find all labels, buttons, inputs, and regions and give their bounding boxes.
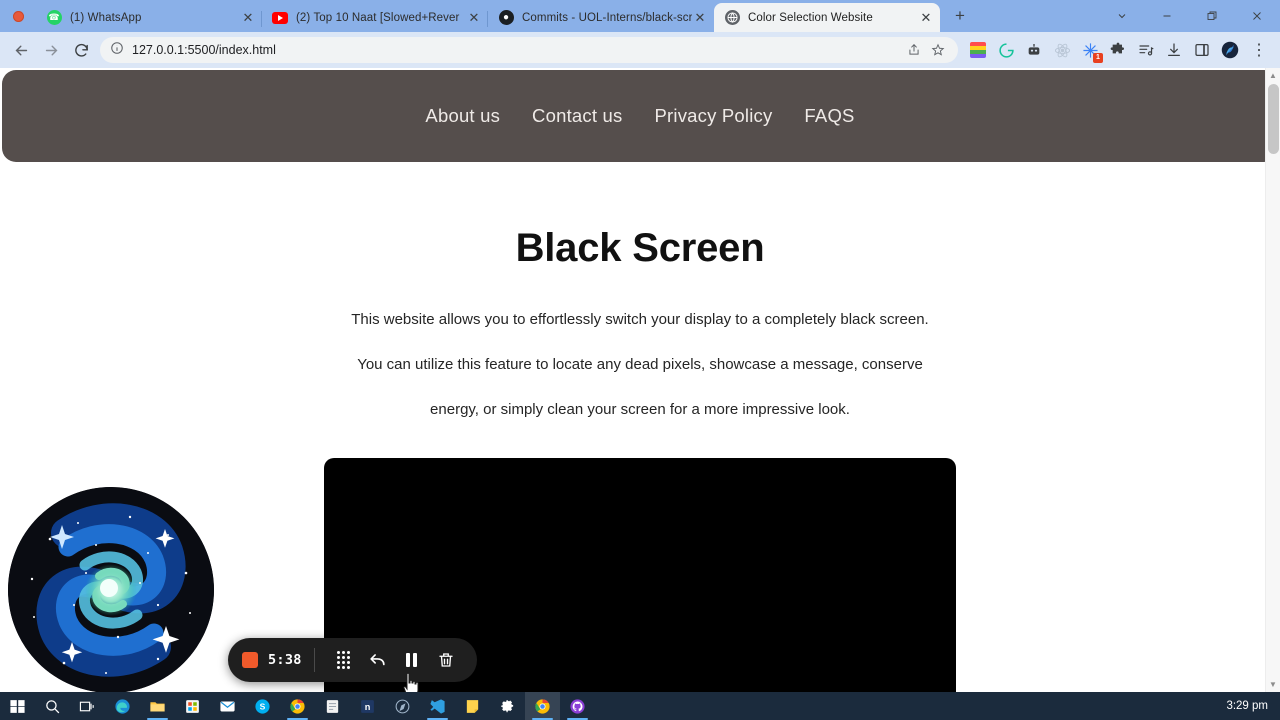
reload-button[interactable] <box>66 35 96 65</box>
youtube-icon <box>272 10 288 26</box>
share-icon[interactable] <box>902 38 926 62</box>
reading-list-icon[interactable] <box>1132 36 1160 64</box>
tab-title: (2) Top 10 Naat [Slowed+Rever <box>296 11 460 24</box>
puzzle-extensions-icon[interactable] <box>1104 36 1132 64</box>
extension-badge-count: 1 <box>1093 53 1103 63</box>
file-explorer-icon[interactable] <box>140 692 175 720</box>
undo-icon[interactable] <box>361 643 395 677</box>
skype-icon[interactable]: S <box>245 692 280 720</box>
page-description-line-1: This website allows you to effortlessly … <box>351 311 929 328</box>
minimize-button[interactable] <box>1144 0 1189 32</box>
site-info-icon[interactable] <box>110 41 124 60</box>
robot-extension[interactable] <box>1020 36 1048 64</box>
browser-toolbar: 127.0.0.1:5500/index.html 1 ⋮ <box>0 32 1280 68</box>
page-description-line-3: energy, or simply clean your screen for … <box>430 401 850 418</box>
svg-text:n: n <box>365 702 371 712</box>
page-scrollbar[interactable]: ▲ ▼ <box>1265 68 1280 692</box>
react-devtools-extension[interactable] <box>1048 36 1076 64</box>
tab-close-button[interactable]: ✕ <box>692 10 708 26</box>
side-panel-icon[interactable] <box>1188 36 1216 64</box>
page-title: Black Screen <box>515 226 765 270</box>
settings-icon[interactable] <box>490 692 525 720</box>
search-icon[interactable] <box>35 692 70 720</box>
recording-timer: 5:38 <box>268 652 302 668</box>
whatsapp-icon: ☎ <box>46 10 62 26</box>
maximize-button[interactable] <box>1189 0 1234 32</box>
edge-icon[interactable] <box>105 692 140 720</box>
screen-recorder-toolbar: 5:38 <box>228 638 477 682</box>
browser-tab-youtube[interactable]: (2) Top 10 Naat [Slowed+Rever ✕ <box>261 3 488 32</box>
extensions-area: 1 ⋮ <box>964 35 1274 65</box>
url-text[interactable]: 127.0.0.1:5500/index.html <box>132 43 902 57</box>
browser-tab-color-selection-website[interactable]: Color Selection Website ✕ <box>714 3 940 32</box>
grammarly-extension[interactable] <box>992 36 1020 64</box>
site-navigation-bar: About us Contact us Privacy Policy FAQS <box>2 70 1278 162</box>
chrome-taskbar-icon[interactable] <box>280 692 315 720</box>
vscode-icon[interactable] <box>420 692 455 720</box>
delete-icon[interactable] <box>429 643 463 677</box>
window-controls <box>1099 0 1280 32</box>
profile-avatar[interactable] <box>1216 36 1244 64</box>
tab-title: (1) WhatsApp <box>70 11 142 24</box>
nav-link-about-us[interactable]: About us <box>409 105 516 127</box>
microsoft-store-icon[interactable] <box>175 692 210 720</box>
scroll-up-arrow-icon[interactable]: ▲ <box>1266 68 1280 83</box>
chrome-menu-button[interactable]: ⋮ <box>1244 35 1274 65</box>
scrollbar-thumb[interactable] <box>1268 84 1279 154</box>
taskbar-clock[interactable]: 3:29 pm <box>1226 700 1268 712</box>
back-button[interactable] <box>6 35 36 65</box>
tab-close-button[interactable]: ✕ <box>240 10 256 26</box>
nav-link-contact-us[interactable]: Contact us <box>516 105 638 127</box>
downloads-icon[interactable] <box>1160 36 1188 64</box>
github-icon: ● <box>498 10 514 26</box>
notepad-icon[interactable] <box>315 692 350 720</box>
tab-title: Commits - UOL-Interns/black-scr <box>522 11 692 24</box>
svg-text:S: S <box>260 701 266 711</box>
forward-button[interactable] <box>36 35 66 65</box>
task-view-icon[interactable] <box>70 692 105 720</box>
mail-icon[interactable] <box>210 692 245 720</box>
sparkle-extension[interactable]: 1 <box>1076 36 1104 64</box>
browser-tab-whatsapp[interactable]: ☎ (1) WhatsApp ✕ <box>36 3 262 32</box>
start-button[interactable] <box>0 692 35 720</box>
windows-taskbar: S n 3:29 pm <box>0 692 1280 720</box>
new-tab-button[interactable]: + <box>946 2 974 30</box>
nav-link-faqs[interactable]: FAQS <box>788 105 870 127</box>
tab-search-button[interactable] <box>1099 0 1144 32</box>
sticky-notes-icon[interactable] <box>455 692 490 720</box>
nav-link-privacy-policy[interactable]: Privacy Policy <box>638 105 788 127</box>
chrome-active-icon[interactable] <box>525 692 560 720</box>
recording-dot-icon <box>12 10 24 22</box>
color-palette-extension[interactable] <box>964 36 992 64</box>
bookmark-star-icon[interactable] <box>926 38 950 62</box>
close-window-button[interactable] <box>1234 0 1280 32</box>
scroll-down-arrow-icon[interactable]: ▼ <box>1266 677 1280 692</box>
browser-tab-github[interactable]: ● Commits - UOL-Interns/black-scr ✕ <box>487 3 714 32</box>
globe-icon <box>724 10 740 26</box>
address-bar[interactable]: 127.0.0.1:5500/index.html <box>100 37 958 63</box>
toolbar-divider <box>313 648 315 672</box>
stop-recording-button[interactable] <box>242 652 258 668</box>
page-description-line-2: You can utilize this feature to locate a… <box>357 356 923 373</box>
notion-icon[interactable]: n <box>350 692 385 720</box>
drag-handle-icon[interactable] <box>327 643 361 677</box>
tab-title: Color Selection Website <box>748 11 873 24</box>
tab-close-button[interactable]: ✕ <box>918 10 934 26</box>
galaxy-avatar[interactable] <box>8 487 214 693</box>
recording-indicator <box>0 0 36 32</box>
github-desktop-icon[interactable] <box>560 692 595 720</box>
browser-tab-strip: ☎ (1) WhatsApp ✕ (2) Top 10 Naat [Slowed… <box>0 0 1280 32</box>
compass-icon[interactable] <box>385 692 420 720</box>
tab-close-button[interactable]: ✕ <box>466 10 482 26</box>
